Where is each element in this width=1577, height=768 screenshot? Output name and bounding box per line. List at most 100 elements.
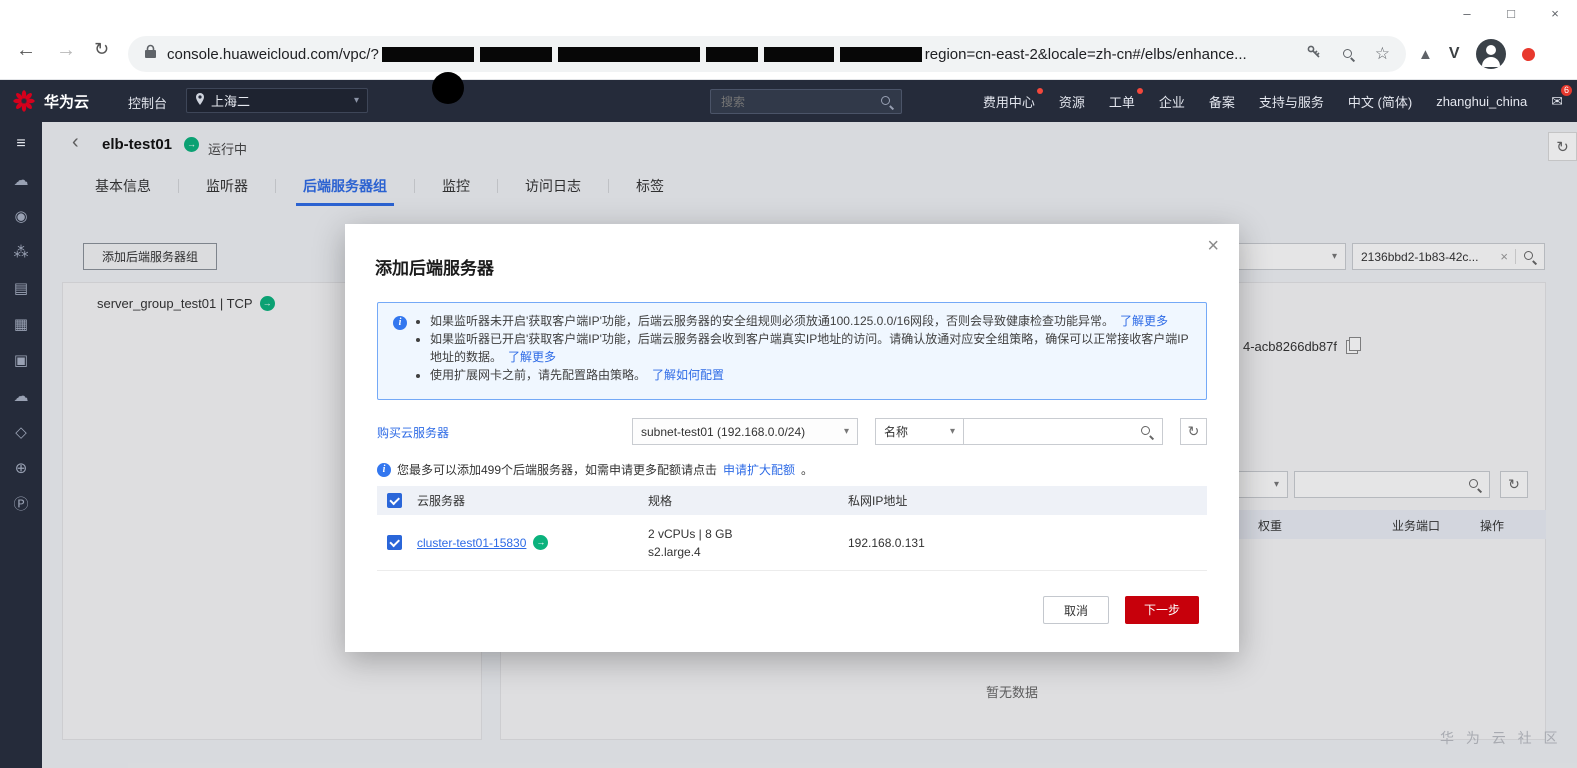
brand-name: 华为云: [44, 93, 90, 111]
address-bar[interactable]: console.huaweicloud.com/vpc/? region=cn-…: [128, 36, 1406, 72]
bookmark-star-icon[interactable]: ☆: [1375, 44, 1390, 64]
badge-dot: [1136, 87, 1143, 94]
server-status-icon: →: [533, 535, 549, 550]
elastic-cloud-server-icon[interactable]: ☁: [14, 173, 29, 188]
filter-type-select[interactable]: 名称 ▾: [876, 419, 964, 444]
url-text: console.huaweicloud.com/vpc/? region=cn-…: [167, 45, 1247, 63]
cloud-service-icon[interactable]: ☁: [14, 389, 29, 404]
mail-badge: 6: [1560, 84, 1572, 96]
filter-search-input[interactable]: [964, 419, 1162, 444]
server-table-header: 云服务器 规格 私网IP地址: [377, 486, 1207, 515]
select-all-checkbox[interactable]: [387, 493, 402, 508]
service-sidebar: ≡ ☁ ◉ ⁂ ▤ ▦ ▣ ☁ ◇ ⊕ Ⓟ: [0, 122, 42, 768]
server-private-ip: 192.168.0.131: [848, 535, 925, 550]
notice-item: 如果监听器已开启'获取客户端IP'功能，后端云服务器会收到客户端真实IP地址的访…: [430, 330, 1190, 366]
users-icon[interactable]: ◉: [14, 209, 27, 224]
subnet-select[interactable]: subnet-test01 (192.168.0.0/24) ▾: [632, 418, 858, 445]
location-pin-icon: [195, 93, 205, 108]
cancel-button[interactable]: 取消: [1043, 596, 1109, 624]
region-name: 上海二: [211, 94, 251, 109]
redaction-blob: [432, 72, 464, 104]
notification-dot-icon: [1521, 47, 1535, 61]
browser-reload-button[interactable]: ↻: [94, 39, 109, 60]
subnet-value: subnet-test01 (192.168.0.0/24): [641, 424, 806, 439]
server-icon[interactable]: ▣: [14, 353, 28, 368]
window-titlebar: – □ ×: [0, 0, 1577, 28]
document-icon[interactable]: ▦: [14, 317, 28, 332]
nav-item-billing[interactable]: 费用中心: [983, 87, 1043, 111]
experiment-icon[interactable]: ◇: [15, 425, 27, 440]
nav-item-enterprise[interactable]: 企业: [1159, 92, 1185, 111]
info-icon: i: [377, 462, 391, 477]
chevron-down-icon: ▾: [843, 426, 849, 437]
extension-v-icon[interactable]: V: [1449, 45, 1460, 63]
site-lock-icon: [144, 44, 157, 64]
password-key-icon[interactable]: [1306, 44, 1322, 65]
buy-ecs-link[interactable]: 购买云服务器: [377, 424, 449, 441]
redaction-bar: [557, 46, 700, 62]
redaction-bar: [705, 46, 758, 62]
next-step-button[interactable]: 下一步: [1125, 596, 1199, 624]
redaction-bar: [763, 46, 834, 62]
notice-item: 如果监听器未开启'获取客户端IP'功能，后端云服务器的安全组规则必须放通100.…: [430, 312, 1190, 330]
chevron-down-icon: ▾: [949, 426, 955, 437]
dialog-refresh-button[interactable]: ↻: [1180, 418, 1207, 445]
badge-dot: [1036, 87, 1043, 94]
close-window-button[interactable]: ×: [1533, 0, 1577, 28]
filter-type-label: 名称: [884, 425, 909, 439]
search-icon[interactable]: [1140, 425, 1153, 438]
expand-quota-link[interactable]: 申请扩大配额: [723, 461, 795, 478]
maximize-button[interactable]: □: [1489, 0, 1533, 28]
row-checkbox[interactable]: [387, 535, 402, 550]
table-row[interactable]: cluster-test01-15830 → 2 vCPUs | 8 GB s2…: [377, 515, 1207, 571]
dialog-close-icon[interactable]: ×: [1207, 236, 1219, 256]
add-backend-server-dialog: × 添加后端服务器 i 如果监听器未开启'获取客户端IP'功能，后端云服务器的安…: [345, 224, 1239, 652]
nav-item-account[interactable]: zhanghui_china: [1436, 94, 1527, 109]
learn-more-link[interactable]: 了解更多: [1120, 314, 1168, 328]
nav-item-tickets[interactable]: 工单: [1109, 87, 1143, 111]
extension-triangle-icon[interactable]: ▲: [1418, 46, 1433, 63]
minimize-button[interactable]: –: [1445, 0, 1489, 28]
browser-forward-button[interactable]: →: [56, 39, 76, 62]
nav-item-language[interactable]: 中文 (简体): [1348, 92, 1412, 111]
menu-icon[interactable]: ≡: [16, 136, 25, 152]
server-name-link[interactable]: cluster-test01-15830: [417, 536, 526, 550]
server-table: 云服务器 规格 私网IP地址 cluster-test01-15830 → 2 …: [377, 486, 1207, 571]
chevron-down-icon: ▾: [353, 95, 359, 106]
browser-back-button[interactable]: ←: [16, 39, 36, 62]
huawei-flower-icon: [13, 90, 35, 112]
parking-icon[interactable]: Ⓟ: [13, 497, 28, 512]
storage-icon[interactable]: ▤: [14, 281, 28, 296]
nav-item-icp[interactable]: 备案: [1209, 92, 1235, 111]
browser-profile-avatar[interactable]: [1475, 39, 1506, 69]
notice-item: 使用扩展网卡之前，请先配置路由策略。了解如何配置: [430, 366, 1190, 384]
learn-more-link[interactable]: 了解更多: [508, 350, 556, 364]
redaction-bar: [479, 46, 552, 62]
nav-item-support[interactable]: 支持与服务: [1259, 92, 1324, 111]
network-globe-icon[interactable]: ⊕: [15, 461, 28, 476]
region-selector[interactable]: 上海二 ▾: [186, 88, 368, 113]
search-icon: [880, 95, 893, 108]
info-alert: i 如果监听器未开启'获取客户端IP'功能，后端云服务器的安全组规则必须放通10…: [377, 302, 1207, 400]
redaction-bar: [381, 46, 474, 62]
column-server: 云服务器: [417, 494, 466, 508]
server-spec: 2 vCPUs | 8 GB s2.large.4: [648, 526, 733, 559]
column-private-ip: 私网IP地址: [848, 494, 908, 508]
browser-toolbar: ← → ↻ console.huaweicloud.com/vpc/? regi…: [0, 28, 1577, 104]
mail-icon[interactable]: ✉ 6: [1551, 84, 1572, 110]
cloud-cluster-icon[interactable]: ⁂: [14, 245, 29, 260]
global-search-input[interactable]: [719, 93, 880, 110]
huawei-logo[interactable]: 华为云: [12, 80, 89, 122]
dialog-title: 添加后端服务器: [375, 259, 494, 278]
name-filter-combo: 名称 ▾: [875, 418, 1163, 445]
quota-note: i 您最多可以添加499个后端服务器，如需申请更多配额请点击 申请扩大配额。: [377, 461, 813, 478]
console-link[interactable]: 控制台: [128, 93, 167, 112]
column-spec: 规格: [648, 493, 673, 508]
how-to-configure-link[interactable]: 了解如何配置: [652, 368, 724, 382]
info-icon: i: [393, 316, 407, 330]
console-topnav: 华为云 控制台 上海二 ▾ 费用中心 资源 工单 企业 备案 支持与服务 中文 …: [0, 80, 1577, 122]
redaction-bar: [839, 46, 922, 62]
zoom-icon[interactable]: [1342, 48, 1355, 61]
nav-item-resources[interactable]: 资源: [1059, 92, 1085, 111]
global-search[interactable]: [710, 89, 902, 114]
